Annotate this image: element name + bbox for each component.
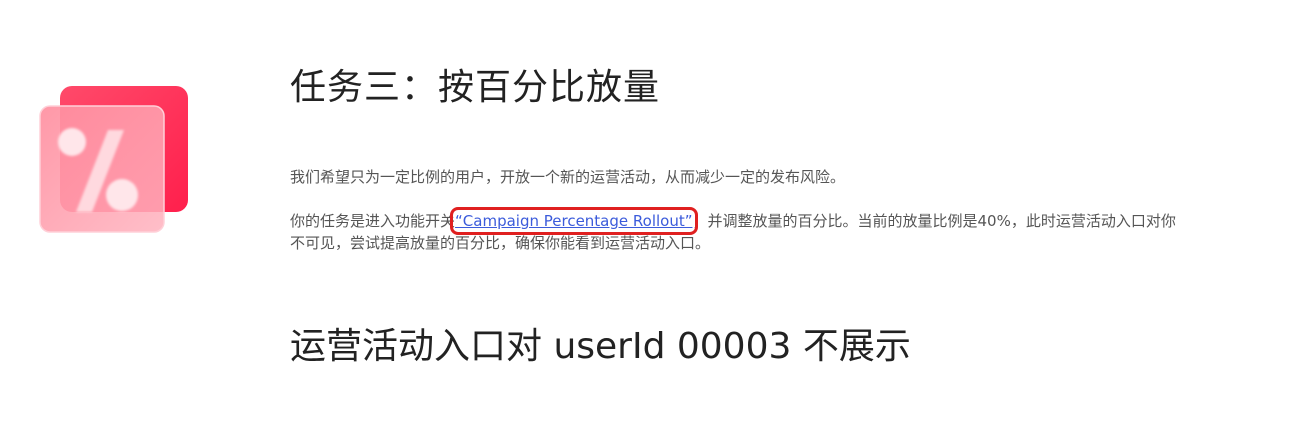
task-content: 任务三：按百分比放量 我们希望只为一定比例的用户，开放一个新的运营活动，从而减少…: [290, 60, 1190, 375]
percent-dot-top: [58, 128, 86, 156]
campaign-status-heading: 运营活动入口对 userId 00003 不展示: [290, 326, 911, 367]
percent-dot-bottom: [106, 179, 138, 211]
percent-icon: [39, 86, 188, 233]
task-title: 任务三：按百分比放量: [290, 67, 661, 108]
task-instruction: 你的任务是进入功能开关“Campaign Percentage Rollout”…: [290, 207, 1185, 254]
task-intro: 我们希望只为一定比例的用户，开放一个新的运营活动，从而减少一定的发布风险。: [290, 168, 846, 186]
instruction-prefix: 你的任务是进入功能开关: [290, 212, 456, 230]
percent-illustration: [38, 84, 190, 236]
feature-flag-link[interactable]: “Campaign Percentage Rollout”: [450, 207, 698, 235]
